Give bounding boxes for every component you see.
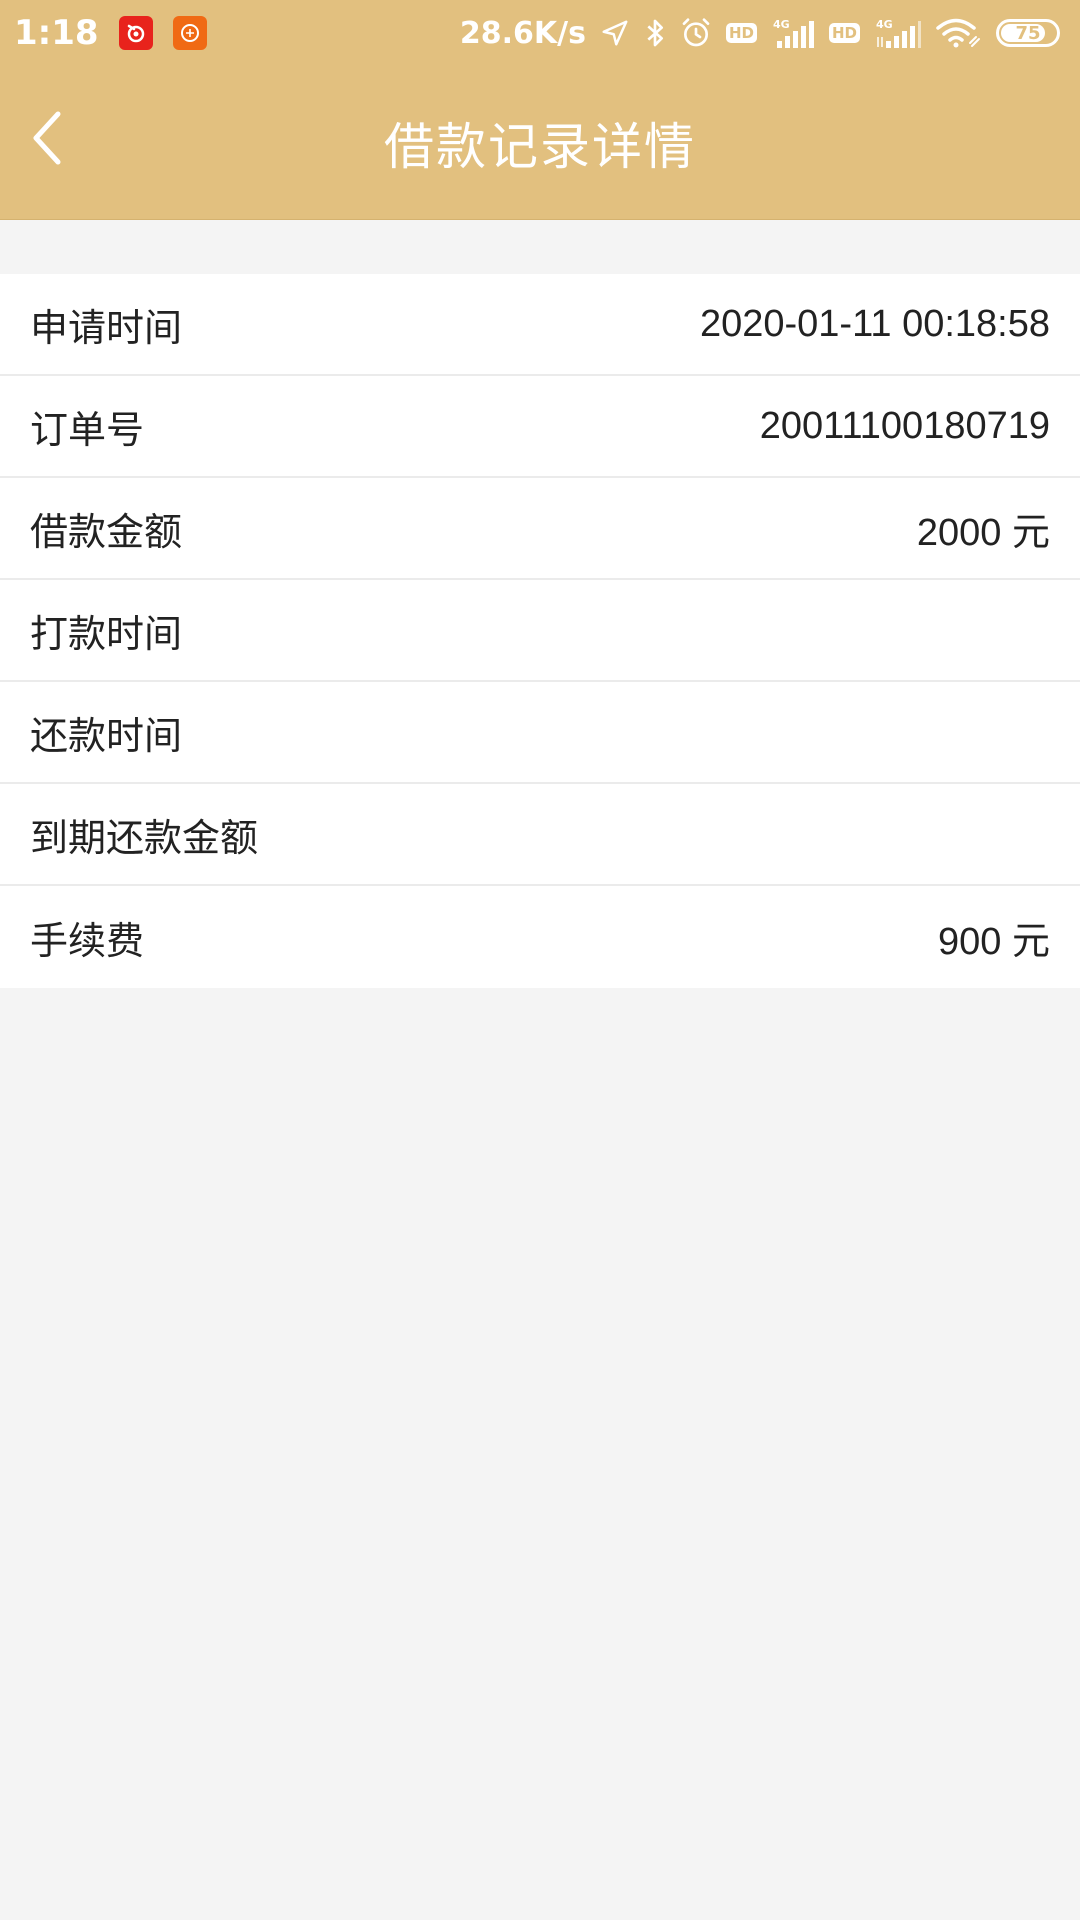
battery-icon: 75 [996, 19, 1060, 47]
status-left: 1:18 [14, 13, 207, 53]
detail-row-loan-amount: 借款金额 2000 元 [0, 478, 1080, 580]
detail-row-payout-time: 打款时间 [0, 580, 1080, 682]
row-label: 到期还款金额 [30, 815, 259, 860]
back-button[interactable] [16, 106, 80, 170]
detail-row-apply-time: 申请时间 2020-01-11 00:18:58 [0, 274, 1080, 376]
detail-row-repay-time: 还款时间 [0, 682, 1080, 784]
hd-badge: HD [828, 23, 860, 43]
bluetooth-icon [644, 17, 666, 49]
location-icon [600, 18, 630, 48]
chevron-left-icon [33, 111, 61, 165]
app-notification-icon [172, 16, 207, 50]
battery-level: 75 [1015, 22, 1041, 44]
page-title: 借款记录详情 [384, 117, 696, 176]
app-bar: 借款记录详情 [0, 66, 1080, 220]
signal-icon: 4G [874, 17, 922, 49]
row-label: 订单号 [30, 407, 145, 452]
status-right: 28.6K/s HD 4G HD 4G 75 [460, 16, 1066, 51]
detail-row-fee: 手续费 900 元 [0, 886, 1080, 988]
svg-text:4G: 4G [773, 18, 790, 31]
row-label: 申请时间 [30, 305, 183, 350]
status-time: 1:18 [14, 13, 99, 53]
row-label: 打款时间 [30, 611, 183, 656]
alarm-icon [680, 17, 712, 49]
wifi-icon [936, 17, 982, 49]
row-value: 900 元 [938, 920, 1050, 963]
row-value: 20011100180719 [759, 404, 1050, 447]
detail-row-due-amount: 到期还款金额 [0, 784, 1080, 886]
signal-icon: 4G [771, 17, 815, 49]
row-label: 手续费 [30, 918, 145, 963]
row-value: 2000 元 [916, 511, 1050, 554]
row-label: 借款金额 [30, 509, 183, 554]
app-notification-icon [118, 16, 153, 50]
svg-text:4G: 4G [876, 18, 893, 31]
row-label: 还款时间 [30, 713, 183, 758]
network-speed: 28.6K/s [459, 15, 586, 51]
hd-badge: HD [725, 23, 757, 43]
row-value: 2020-01-11 00:18:58 [699, 302, 1050, 345]
detail-list: 申请时间 2020-01-11 00:18:58 订单号 20011100180… [0, 274, 1080, 988]
detail-row-order-number: 订单号 20011100180719 [0, 376, 1080, 478]
status-bar: 1:18 28.6K/s HD 4G HD 4G 75 [0, 0, 1080, 66]
